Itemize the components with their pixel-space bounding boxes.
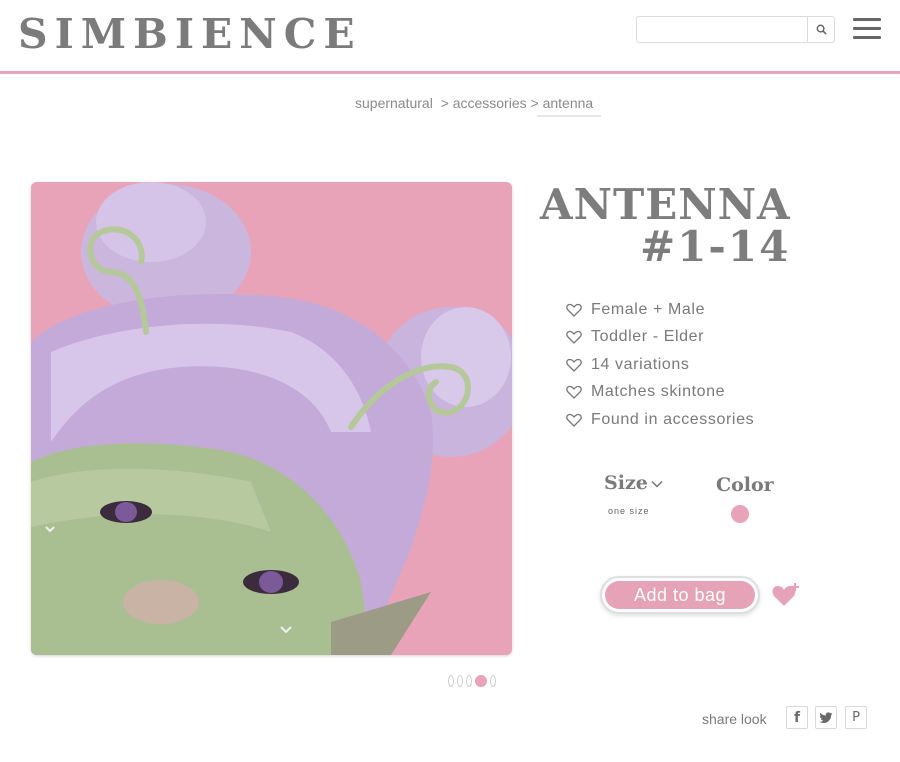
gallery-pagination: [448, 675, 496, 687]
hamburger-menu-icon: [853, 36, 881, 39]
breadcrumb: supernatural > accessories > antenna: [355, 95, 601, 117]
hamburger-menu-icon: [853, 27, 881, 30]
heart-outline-icon: [566, 386, 582, 400]
gallery-dot-active[interactable]: [475, 675, 487, 687]
feature-text: Female + Male: [591, 300, 706, 318]
twitter-share-button[interactable]: [815, 706, 837, 729]
twitter-icon: [819, 711, 833, 723]
heart-plus-icon: [772, 583, 799, 606]
color-label: Color: [716, 474, 774, 496]
pinterest-icon: P: [852, 710, 860, 725]
gallery-dot[interactable]: [490, 675, 496, 687]
search-icon: [816, 24, 827, 35]
product-image[interactable]: [31, 182, 512, 655]
size-value: one size: [608, 506, 650, 516]
pinterest-share-button[interactable]: P: [845, 706, 867, 729]
heart-outline-icon: [566, 303, 582, 317]
gallery-dot[interactable]: [466, 675, 472, 687]
site-header: SIMBIENCE: [0, 0, 900, 72]
add-to-bag-label: Add to bag: [605, 581, 755, 609]
size-dropdown[interactable]: Size: [604, 472, 663, 494]
heart-outline-icon: [566, 358, 582, 372]
color-swatch[interactable]: [731, 505, 749, 523]
feature-item: Matches skintone: [566, 379, 754, 407]
breadcrumb-item-accessories[interactable]: accessories: [453, 95, 527, 111]
share-label: share look: [702, 711, 767, 727]
feature-item: Toddler - Elder: [566, 324, 754, 352]
breadcrumb-separator: >: [440, 95, 449, 111]
search-box: [636, 16, 835, 43]
breadcrumb-separator: >: [530, 95, 539, 111]
facebook-icon: f: [793, 709, 801, 726]
feature-item: Found in accessories: [566, 406, 754, 434]
facebook-share-button[interactable]: f: [786, 706, 808, 729]
search-input[interactable]: [637, 17, 808, 42]
search-button[interactable]: [807, 17, 834, 42]
size-label: Size: [604, 472, 648, 494]
gallery-dot[interactable]: [457, 675, 463, 687]
feature-text: Matches skintone: [591, 383, 726, 401]
feature-text: Found in accessories: [591, 410, 755, 428]
header-divider: [0, 71, 900, 74]
heart-outline-icon: [566, 331, 582, 345]
product-title-line2: #1-14: [640, 222, 791, 271]
product-photo: [31, 182, 512, 655]
breadcrumb-item-supernatural[interactable]: supernatural: [355, 95, 433, 111]
breadcrumb-item-antenna[interactable]: antenna: [536, 95, 601, 117]
heart-outline-icon: [566, 413, 582, 427]
gallery-dot[interactable]: [448, 675, 454, 687]
feature-text: 14 variations: [591, 355, 690, 373]
feature-item: 14 variations: [566, 351, 754, 379]
feature-list: Female + Male Toddler - Elder 14 variati…: [566, 296, 754, 434]
hamburger-menu-button[interactable]: [853, 18, 881, 40]
chevron-down-icon: [651, 480, 663, 488]
hamburger-menu-icon: [853, 18, 881, 21]
feature-text: Toddler - Elder: [591, 328, 705, 346]
feature-item: Female + Male: [566, 296, 754, 324]
add-to-bag-button[interactable]: Add to bag: [600, 576, 760, 614]
add-to-wishlist-button[interactable]: [771, 582, 801, 608]
site-logo[interactable]: SIMBIENCE: [18, 10, 362, 58]
